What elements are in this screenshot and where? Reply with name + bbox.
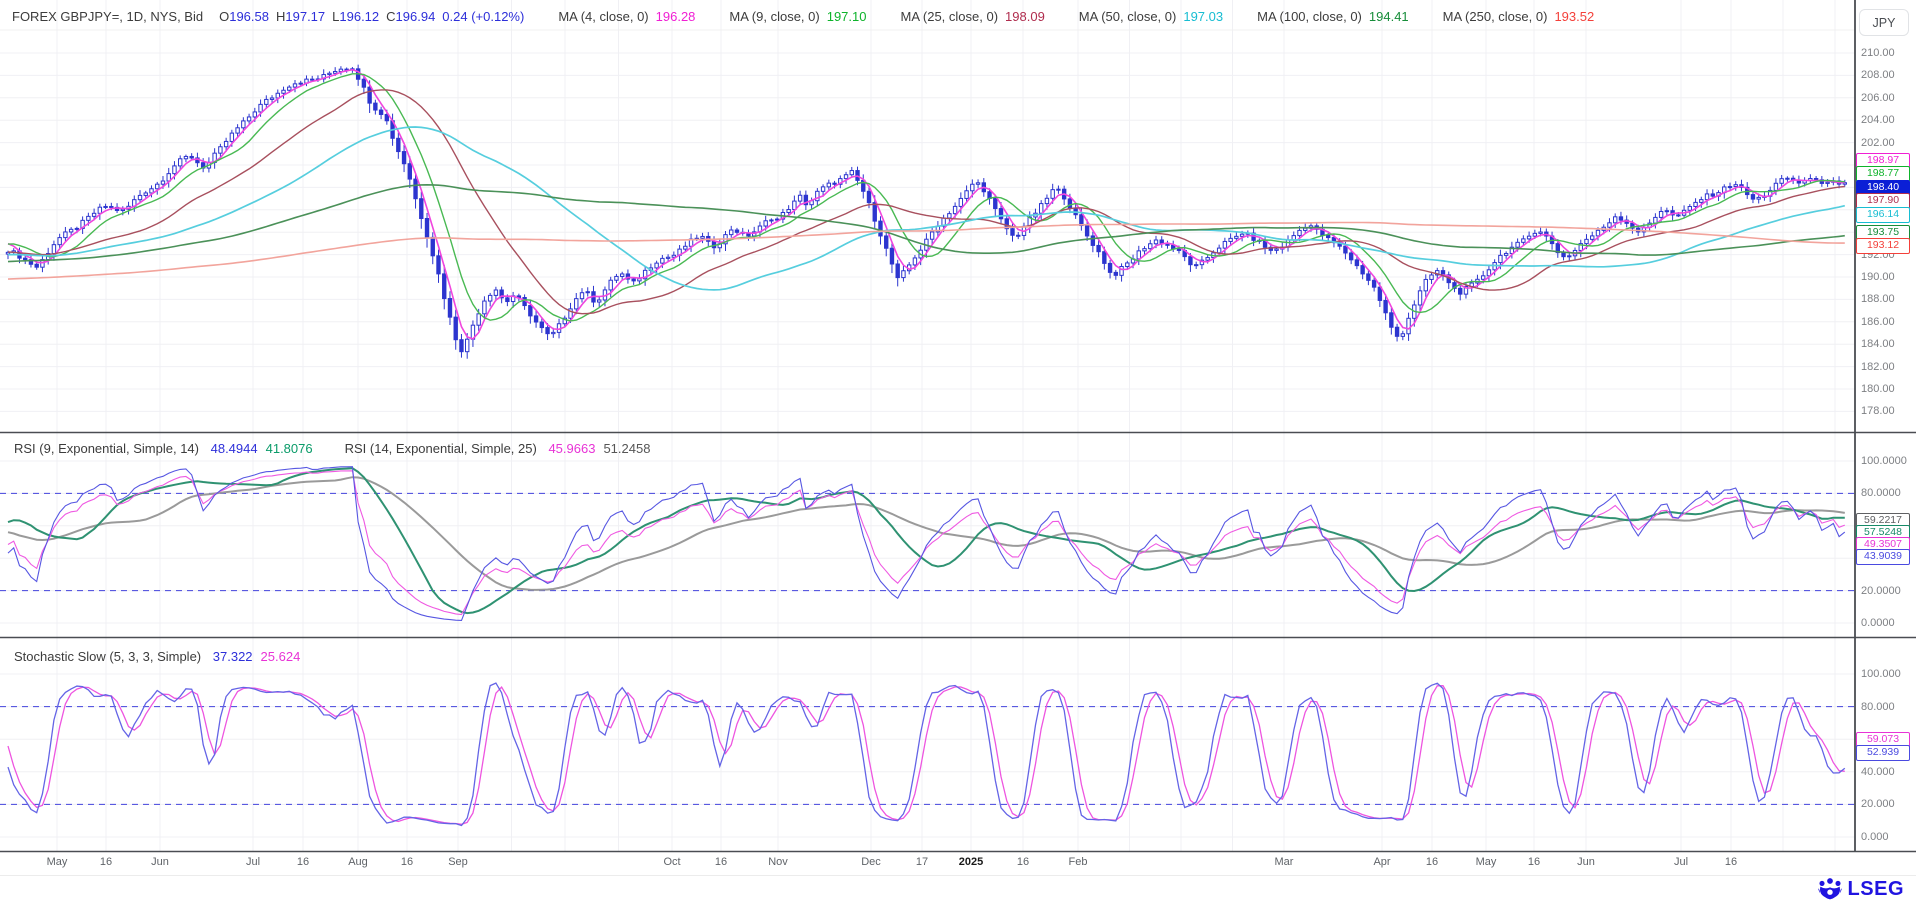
ohlc-readout: O196.58 H197.17 L196.12 C196.94 0.24 (+0.12%… (219, 9, 524, 24)
ohlc-l: L196.12 (332, 9, 379, 24)
date-label: Dec (861, 856, 881, 868)
chart-window: { "header": { "instrument": "FOREX GBPJP… (0, 0, 1916, 905)
price-tick: 210.00 (1861, 47, 1895, 59)
stoch-tick: 100.000 (1861, 668, 1901, 680)
instrument-title: FOREX GBPJPY=, 1D, NYS, Bid (12, 9, 203, 24)
ma-legend-item-50[interactable]: MA (50, close, 0)197.03 (1079, 9, 1223, 24)
rsi-tick: 100.0000 (1861, 455, 1907, 467)
ohlc-o: O196.58 (219, 9, 269, 24)
ma-legend-item-250[interactable]: MA (250, close, 0)193.52 (1443, 9, 1595, 24)
date-label: 2025 (959, 856, 983, 868)
stoch-tag: 52.939 (1856, 745, 1910, 761)
stoch-tick: 40.000 (1861, 766, 1895, 778)
price-tick: 178.00 (1861, 405, 1895, 417)
ma-legend-item-9[interactable]: MA (9, close, 0)197.10 (729, 9, 866, 24)
ohlc-c: C196.94 (386, 9, 435, 24)
price-tick: 208.00 (1861, 69, 1895, 81)
date-label: 16 (1017, 856, 1029, 868)
date-label: 16 (1528, 856, 1540, 868)
date-label: Aug (348, 856, 368, 868)
date-label: Jul (246, 856, 260, 868)
stoch-tick: 0.000 (1861, 831, 1889, 843)
stoch-tick: 80.000 (1861, 701, 1895, 713)
ma-legend-item-4[interactable]: MA (4, close, 0)196.28 (558, 9, 695, 24)
date-label: Oct (663, 856, 680, 868)
date-label: Mar (1275, 856, 1294, 868)
price-tick: 188.00 (1861, 293, 1895, 305)
price-tick: 204.00 (1861, 114, 1895, 126)
date-label: 16 (715, 856, 727, 868)
price-tick: 184.00 (1861, 338, 1895, 350)
price-tick: 180.00 (1861, 383, 1895, 395)
rsi-tick: 80.0000 (1861, 487, 1901, 499)
chart-legend: FOREX GBPJPY=, 1D, NYS, Bid O196.58 H197.… (12, 7, 1594, 25)
date-label: Jun (1577, 856, 1595, 868)
ohlc-h: H197.17 (276, 9, 325, 24)
date-label: 16 (401, 856, 413, 868)
lseg-wordmark: LSEG (1848, 878, 1904, 901)
date-label: May (1476, 856, 1497, 868)
rsi-legend-item-2[interactable]: RSI (14, Exponential, Simple, 25) 45.966… (345, 441, 651, 456)
date-label: 16 (297, 856, 309, 868)
currency-axis-button[interactable]: JPY (1859, 9, 1909, 36)
date-label: Jun (151, 856, 169, 868)
date-label: Jul (1674, 856, 1688, 868)
ma-legend: MA (4, close, 0)196.28 MA (9, close, 0)19… (524, 9, 1594, 24)
stochastic-legend-item[interactable]: Stochastic Slow (5, 3, 3, Simple) 37.322… (14, 649, 300, 664)
ma-legend-item-25[interactable]: MA (25, close, 0)198.09 (900, 9, 1044, 24)
date-label: Feb (1069, 856, 1088, 868)
stoch-tick: 20.000 (1861, 798, 1895, 810)
price-tick: 206.00 (1861, 92, 1895, 104)
date-label: Nov (768, 856, 788, 868)
rsi-tick: 0.0000 (1861, 617, 1895, 629)
date-label: 17 (916, 856, 928, 868)
date-label: 16 (1426, 856, 1438, 868)
lseg-logo: LSEG (1817, 877, 1904, 901)
ma-legend-item-100[interactable]: MA (100, close, 0)194.41 (1257, 9, 1409, 24)
price-tag: 196.14 (1856, 207, 1910, 223)
change-readout: 0.24 (+0.12%) (442, 9, 524, 24)
date-label: Sep (448, 856, 468, 868)
price-tick: 186.00 (1861, 316, 1895, 328)
stochastic-legend: Stochastic Slow (5, 3, 3, Simple) 37.322… (14, 649, 300, 664)
rsi-tick: 20.0000 (1861, 585, 1901, 597)
date-label: 16 (1725, 856, 1737, 868)
rsi-legend-item-1[interactable]: RSI (9, Exponential, Simple, 14) 48.4944… (14, 441, 313, 456)
price-tick: 190.00 (1861, 271, 1895, 283)
date-label: 16 (100, 856, 112, 868)
rsi-legend: RSI (9, Exponential, Simple, 14) 48.4944… (14, 441, 650, 456)
price-tick: 202.00 (1861, 137, 1895, 149)
rsi-tag: 43.9039 (1856, 549, 1910, 565)
lseg-crest-icon (1817, 877, 1843, 901)
price-tag: 193.12 (1856, 238, 1910, 254)
price-tick: 182.00 (1861, 361, 1895, 373)
date-label: May (47, 856, 68, 868)
date-label: Apr (1373, 856, 1390, 868)
